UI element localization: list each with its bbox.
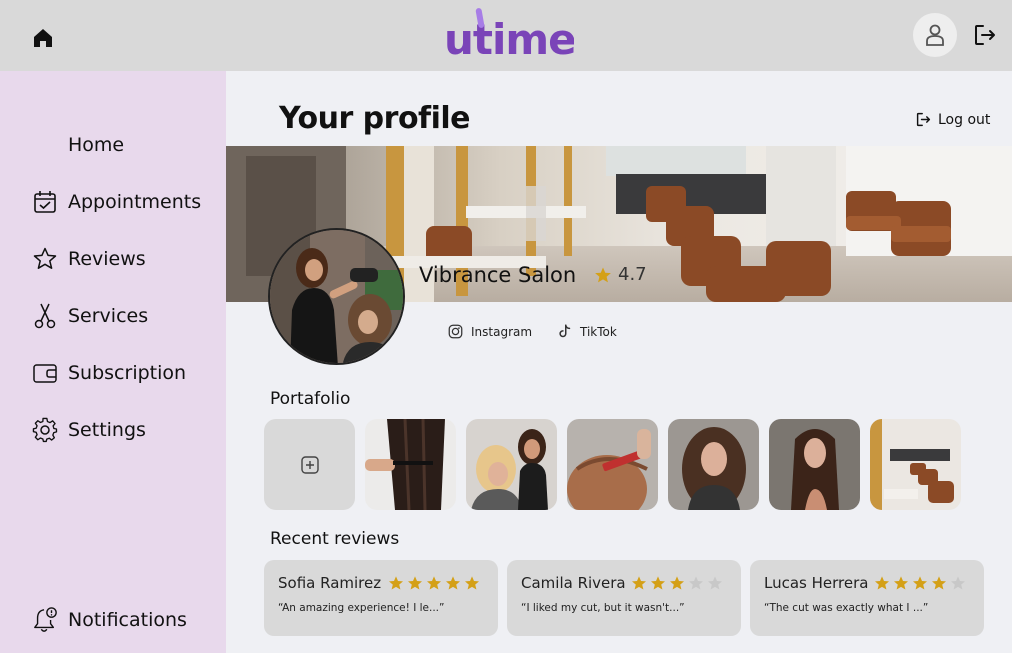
review-excerpt: “An amazing experience! I le...” [278, 602, 445, 614]
sidebar-item-label: Notifications [68, 609, 187, 631]
star-filled-icon [408, 576, 422, 590]
sidebar-item-home[interactable]: Home [32, 130, 124, 160]
instagram-link[interactable]: Instagram [448, 324, 532, 339]
logout-icon [916, 112, 931, 127]
salon-name: Vibrance Salon [419, 263, 577, 287]
reviewer-name: Sofia Ramirez [278, 574, 382, 592]
star-filled-icon [632, 576, 646, 590]
instagram-icon [448, 324, 463, 339]
wallet-icon [32, 360, 58, 386]
logout-icon[interactable] [972, 22, 998, 48]
star-filled-icon [465, 576, 479, 590]
salon-rating: 4.7 [594, 264, 647, 285]
review-excerpt: “The cut was exactly what I ...” [764, 602, 929, 614]
star-empty-icon [951, 576, 965, 590]
sidebar-item-services[interactable]: Services [32, 301, 148, 331]
sidebar-item-settings[interactable]: Settings [32, 415, 146, 445]
star-rating [631, 575, 726, 591]
review-excerpt: “I liked my cut, but it wasn't...” [521, 602, 685, 614]
instagram-label: Instagram [471, 324, 533, 339]
logout-button[interactable]: Log out [915, 111, 990, 128]
page-title: Your profile [279, 101, 471, 136]
sidebar-item-label: Reviews [68, 248, 146, 270]
star-rating [874, 575, 969, 591]
portfolio-image[interactable] [769, 419, 860, 510]
tiktok-link[interactable]: TikTok [557, 324, 617, 339]
logout-label: Log out [938, 111, 991, 128]
review-card[interactable]: Sofia Ramirez “An amazing experience! I … [264, 560, 498, 636]
sidebar-item-label: Services [68, 305, 149, 327]
add-portfolio-button[interactable] [264, 419, 355, 510]
plus-square-icon [300, 455, 319, 474]
star-filled-icon [651, 576, 665, 590]
tiktok-label: TikTok [580, 324, 617, 339]
star-empty-icon [689, 576, 703, 590]
sidebar-item-label: Appointments [68, 191, 202, 213]
logo-text: utime [444, 15, 574, 62]
app-logo: utime [444, 6, 577, 64]
star-filled-icon [670, 576, 684, 590]
reviewer-name: Lucas Herrera [764, 574, 869, 592]
tiktok-icon [559, 324, 571, 338]
star-filled-icon [446, 576, 460, 590]
star-filled-icon [389, 576, 403, 590]
calendar-icon [32, 189, 58, 215]
recent-reviews-title: Recent reviews [270, 529, 400, 549]
portfolio-image[interactable] [668, 419, 759, 510]
user-avatar-button[interactable] [913, 13, 957, 57]
user-icon [926, 24, 944, 46]
sidebar-item-appointments[interactable]: Appointments [32, 187, 201, 217]
portfolio-image[interactable] [870, 419, 961, 510]
star-filled-icon [894, 576, 908, 590]
home-icon[interactable] [31, 26, 55, 50]
home-icon [32, 132, 58, 158]
sidebar-item-label: Subscription [68, 362, 187, 384]
scissors-icon [32, 303, 58, 329]
star-empty-icon [708, 576, 722, 590]
profile-photo[interactable] [268, 228, 405, 365]
star-filled-icon [875, 576, 889, 590]
sidebar-item-notifications[interactable]: Notifications [32, 605, 187, 635]
star-filled-icon [913, 576, 927, 590]
portfolio-image[interactable] [365, 419, 456, 510]
sidebar-item-subscription[interactable]: Subscription [32, 358, 186, 388]
portfolio-image[interactable] [466, 419, 557, 510]
star-filled-icon [932, 576, 946, 590]
gear-icon [32, 417, 58, 443]
bell-icon [32, 607, 58, 633]
portfolio-image[interactable] [567, 419, 658, 510]
sidebar-item-label: Settings [68, 419, 146, 441]
star-rating [388, 575, 483, 591]
top-bar: utime [0, 0, 1012, 71]
rating-value: 4.7 [618, 264, 647, 285]
review-card[interactable]: Camila Rivera “I liked my cut, but it wa… [507, 560, 741, 636]
reviewer-name: Camila Rivera [521, 574, 626, 592]
sidebar-item-reviews[interactable]: Reviews [32, 244, 146, 274]
star-icon [595, 267, 611, 282]
review-card[interactable]: Lucas Herrera “The cut was exactly what … [750, 560, 984, 636]
star-filled-icon [427, 576, 441, 590]
sidebar-item-label: Home [68, 134, 125, 156]
star-icon [32, 246, 58, 272]
portfolio-title: Portafolio [270, 389, 351, 409]
